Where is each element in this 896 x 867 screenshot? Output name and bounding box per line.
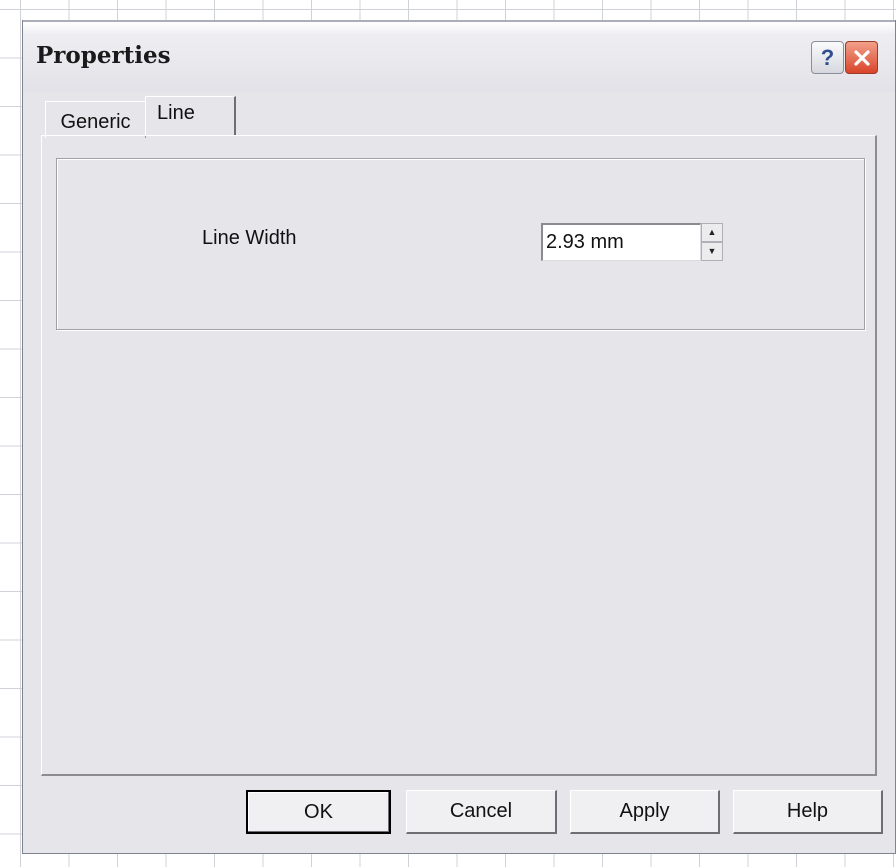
ok-button-label: OK [304, 800, 333, 823]
spin-up-button[interactable]: ▲ [701, 223, 723, 242]
line-width-spinner: ▲ ▼ [701, 223, 723, 261]
tab-generic[interactable]: Generic [45, 101, 146, 138]
line-properties-group: Line Width ▲ ▼ [56, 158, 865, 330]
arrow-down-icon: ▼ [707, 246, 717, 256]
question-mark-icon: ? [820, 44, 835, 70]
help-button-label: Help [786, 800, 829, 822]
close-icon [853, 49, 870, 66]
spin-down-button[interactable]: ▼ [701, 242, 723, 261]
tab-line-label: Line [157, 101, 195, 124]
apply-button[interactable]: Apply [570, 790, 720, 834]
apply-button-label: Apply [619, 800, 670, 822]
line-width-input[interactable] [541, 223, 701, 261]
help-question-button[interactable]: ? [811, 41, 844, 74]
cancel-button[interactable]: Cancel [406, 790, 557, 834]
dialog-title: Properties [36, 42, 171, 69]
close-button[interactable] [845, 41, 878, 74]
ok-button[interactable]: OK [246, 790, 391, 834]
tab-generic-label: Generic [60, 110, 131, 133]
tab-line[interactable]: Line [145, 96, 236, 135]
cancel-button-label: Cancel [449, 800, 513, 822]
line-width-label: Line Width [202, 227, 297, 249]
arrow-up-icon: ▲ [707, 227, 717, 237]
help-button[interactable]: Help [733, 790, 883, 834]
tab-panel-line: Line Width ▲ ▼ [41, 135, 877, 776]
title-bar[interactable]: Properties ? [23, 20, 895, 92]
properties-dialog: Properties ? Generic Line Line Width ▲ [22, 20, 896, 854]
